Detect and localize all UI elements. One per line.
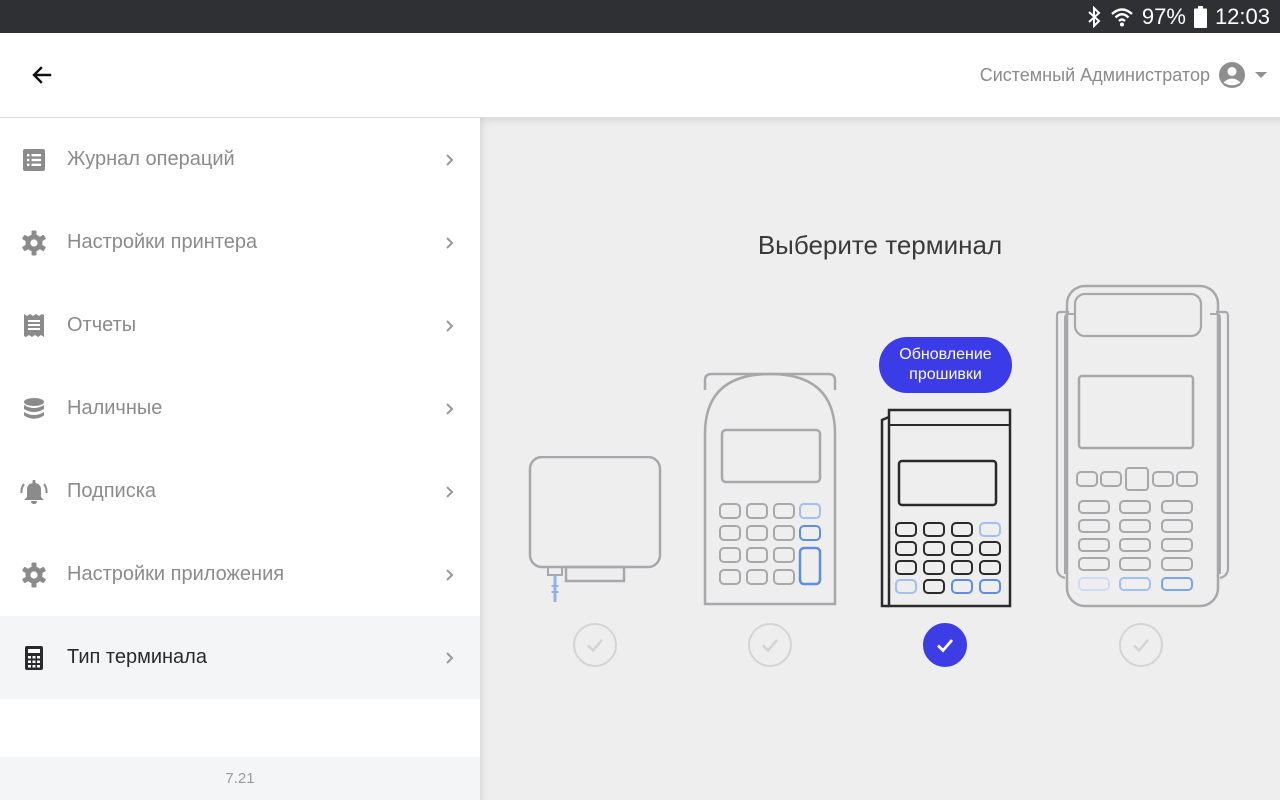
terminal-check-mini-terminal[interactable] [923, 623, 967, 667]
chevron-right-icon [446, 236, 454, 249]
bell-icon [20, 478, 48, 506]
badge-line-1: Обновление [899, 346, 992, 363]
bluetooth-icon [1086, 5, 1102, 28]
battery-icon [1193, 5, 1207, 28]
clock: 12:03 [1214, 3, 1270, 29]
sidebar-item-terminal-type[interactable]: Тип терминала [0, 616, 480, 699]
sidebar: Журнал операций Настройки принтера Отчет… [0, 118, 480, 800]
sidebar-item-journal[interactable]: Журнал операций [0, 118, 480, 201]
mini-terminal-illustration [880, 408, 1012, 608]
check-icon [762, 639, 778, 653]
terminal-option-pinpad[interactable] [702, 372, 838, 608]
user-menu[interactable]: Системный Администратор [980, 55, 1268, 95]
wifi-icon [1110, 6, 1134, 28]
terminal-option-card-reader[interactable] [528, 455, 663, 608]
sidebar-item-label: Тип терминала [67, 646, 207, 668]
app-version: 7.21 [0, 757, 480, 800]
card-reader-illustration [528, 455, 662, 602]
sidebar-item-label: Наличные [67, 397, 163, 419]
receipt-icon [20, 312, 48, 340]
terminal-check-pos-terminal[interactable] [1119, 623, 1163, 667]
sidebar-item-reports[interactable]: Отчеты [0, 284, 480, 367]
sidebar-item-app-settings[interactable]: Настройки приложения [0, 533, 480, 616]
status-indicators: 97% 12:03 [1086, 0, 1270, 33]
check-icon [1133, 639, 1149, 653]
calculator-icon [20, 644, 48, 672]
coins-stack-icon [20, 395, 48, 423]
back-button[interactable] [22, 55, 62, 95]
terminal-option-pos-terminal[interactable] [1055, 284, 1230, 610]
check-icon [587, 639, 603, 653]
pinpad-illustration [703, 372, 837, 606]
sidebar-item-label: Настройки приложения [67, 563, 285, 585]
terminal-check-card-reader[interactable] [573, 623, 617, 667]
user-name: Системный Администратор [979, 64, 1210, 85]
sidebar-item-cash[interactable]: Наличные [0, 367, 480, 450]
status-bar: 97% 12:03 [0, 0, 1280, 33]
pos-terminal-illustration [1055, 284, 1230, 608]
sidebar-item-label: Подписка [67, 480, 157, 502]
sidebar-item-label: Отчеты [67, 314, 137, 336]
terminal-option-mini-terminal[interactable] [878, 407, 1014, 609]
sidebar-item-label: Настройки принтера [67, 231, 258, 253]
badge-line-2: прошивки [909, 366, 982, 383]
chevron-right-icon [446, 319, 454, 332]
page-title: Выберите терминал [757, 230, 1003, 260]
chevron-right-icon [446, 402, 454, 415]
sidebar-item-label: Журнал операций [67, 148, 235, 170]
battery-percent: 97% [1141, 3, 1186, 29]
terminal-selection-panel: Выберите терминал Обновление прошивки [480, 118, 1280, 800]
gear-icon [20, 561, 48, 589]
check-icon [937, 639, 954, 653]
caret-down-icon [1255, 72, 1267, 78]
sidebar-item-subscription[interactable]: Подписка [0, 450, 480, 533]
list-icon [20, 146, 48, 174]
app-bar: Системный Администратор [0, 33, 1280, 118]
chevron-right-icon [446, 153, 454, 166]
account-circle-icon [1219, 62, 1245, 88]
gear-icon [20, 229, 48, 257]
arrow-left-icon [32, 66, 52, 84]
chevron-right-icon [446, 568, 454, 581]
chevron-right-icon [446, 651, 454, 664]
chevron-right-icon [446, 485, 454, 498]
terminal-check-pinpad[interactable] [748, 623, 792, 667]
firmware-update-badge[interactable]: Обновление прошивки [879, 337, 1012, 393]
sidebar-item-printer-settings[interactable]: Настройки принтера [0, 201, 480, 284]
